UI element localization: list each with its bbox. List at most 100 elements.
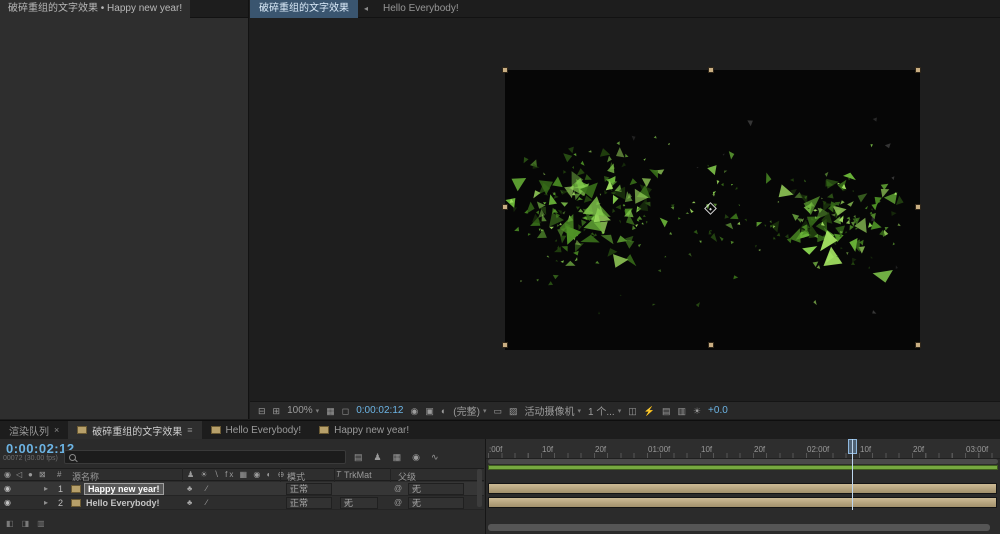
vertical-scrollbar[interactable] (477, 469, 482, 507)
fast-previews-icon[interactable]: ⚡ (644, 403, 655, 419)
layer-duration-bar-2[interactable] (488, 497, 997, 508)
expand-arrow-icon[interactable]: ▸ (44, 498, 48, 507)
timeline-button-icon[interactable]: ▤ (662, 403, 671, 419)
primary-viewer-icon[interactable]: ⊞ (273, 403, 281, 419)
frame-blend-icon[interactable]: ▦ (393, 452, 402, 463)
ruler-label: 20f (913, 445, 925, 454)
tab-render-queue[interactable]: 渲染队列 × (0, 421, 68, 439)
layer-duration-bar-1[interactable] (488, 483, 997, 494)
tab-timeline-shatter[interactable]: 破碎重组的文字效果 ≡ (68, 421, 202, 439)
collapse-transformations-icon[interactable]: ♣ (187, 498, 192, 507)
viewer-stage (250, 19, 1000, 401)
flowchart-panel-body[interactable] (0, 18, 248, 419)
solo-icon[interactable]: ● (28, 470, 33, 479)
show-snapshot-icon[interactable]: ▣ (425, 403, 434, 419)
tab-timeline-happy[interactable]: Happy new year! (310, 421, 418, 439)
lock-icon[interactable]: ⊠ (39, 470, 46, 479)
column-trkmat-t: T (336, 470, 341, 479)
zoom-select[interactable]: 100% ▾ (287, 405, 319, 416)
flowchart-button-icon[interactable]: ▥ (677, 403, 686, 419)
graph-editor-icon[interactable]: ∿ (431, 452, 439, 463)
previous-comp-icon[interactable]: ◂ (358, 0, 374, 17)
mode-select[interactable]: 正常 ▾ (286, 483, 332, 495)
panel-menu-icon[interactable]: ≡ (187, 425, 192, 435)
ruler-label: 10f (701, 445, 713, 454)
expand-arrow-icon[interactable]: ▸ (44, 484, 48, 493)
time-navigator-bar[interactable] (488, 459, 998, 464)
eye-icon[interactable]: ◉ (4, 498, 11, 507)
tab-timeline-hello[interactable]: Hello Everybody! (202, 421, 311, 439)
search-input[interactable] (81, 452, 341, 462)
timeline-column-header: ◉ ◁ ● ⊠ # 源名称 ♟ ☀ ∖ fx ▦ ◉ ◐ ⊕ 模式 T TrkM… (0, 468, 484, 482)
region-of-interest-icon[interactable]: ▭ (493, 403, 502, 419)
collapse-transformations-icon[interactable]: ♣ (187, 484, 192, 493)
mode-select[interactable]: 正常 ▾ (286, 497, 332, 509)
search-icon (69, 453, 76, 461)
selection-handle[interactable] (502, 342, 508, 348)
chevron-down-icon: ▾ (577, 407, 581, 415)
layer-row-1[interactable]: ◉ ▸ 1 Happy new year! ♣ ∕ 正常 ▾ @ 无 ▾ (0, 482, 484, 496)
quality-icon[interactable]: ∕ (206, 484, 207, 493)
horizontal-scrollbar[interactable] (488, 524, 990, 531)
mini-flowchart-icon[interactable]: ▤ (354, 452, 363, 463)
work-area-bar[interactable] (488, 465, 998, 470)
timeline-search-box[interactable] (64, 450, 346, 464)
selection-handle[interactable] (502, 67, 508, 73)
camera-view-select[interactable]: 活动摄像机 ▾ (524, 403, 581, 418)
parent-select[interactable]: 无 ▾ (408, 497, 464, 509)
timeline-graph-area: :00f 10f 20f 01:00f 10f 20f 02:00f 10f 2… (485, 439, 1000, 534)
layer-name[interactable]: Happy new year! (84, 483, 164, 495)
selection-handle[interactable] (915, 342, 921, 348)
pixel-aspect-icon[interactable]: ◫ (628, 403, 637, 419)
playhead-line[interactable] (852, 439, 853, 510)
snapshot-icon[interactable]: ◉ (410, 403, 418, 419)
layer-row-2[interactable]: ◉ ▸ 2 Hello Everybody! ♣ ∕ 正常 ▾ 无 ▾ @ 无 … (0, 496, 484, 510)
always-preview-icon[interactable]: ⊟ (258, 403, 266, 419)
preview-timecode[interactable]: 0:00:02:12 (356, 405, 403, 416)
quality-icon[interactable]: ∕ (206, 498, 207, 507)
parent-pickwhip-icon[interactable]: @ (394, 498, 402, 507)
eye-icon[interactable]: ◉ (4, 470, 11, 479)
viewer-toolbar: ⊟ ⊞ 100% ▾ ▦ ◻ 0:00:02:12 ◉ ▣ ◐ (完整) ▾ ▭… (250, 401, 1000, 419)
trkmat-select[interactable]: 无 ▾ (340, 497, 378, 509)
layer-number: 2 (57, 498, 63, 508)
audio-icon[interactable]: ◁ (16, 470, 22, 479)
mask-visibility-icon[interactable]: ◻ (342, 403, 349, 419)
resolution-value: (完整) (453, 407, 480, 418)
view-layout-select[interactable]: 1 个... ▾ (588, 403, 621, 418)
shy-layers-icon[interactable]: ♟ (374, 452, 382, 463)
ruler-label: :00f (489, 445, 503, 454)
channels-icon[interactable]: ◐ (441, 403, 446, 419)
tab-timeline-happy-label: Happy new year! (334, 424, 410, 436)
composition-canvas[interactable] (502, 67, 921, 350)
selection-handle[interactable] (708, 67, 714, 73)
timeline-bottom-toggles: ◧ ◨ ▥ (6, 519, 45, 528)
selection-handle[interactable] (915, 67, 921, 73)
time-ruler[interactable]: :00f 10f 20f 01:00f 10f 20f 02:00f 10f 2… (486, 439, 1000, 459)
column-number: # (57, 470, 62, 479)
close-icon[interactable]: × (54, 425, 59, 435)
resolution-select[interactable]: (完整) ▾ (453, 403, 486, 418)
grid-guides-icon[interactable]: ▦ (326, 403, 335, 419)
flowchart-panel-tab[interactable]: 破碎重组的文字效果 • Happy new year! (0, 0, 191, 18)
tab-comp-hello-label: Hello Everybody! (383, 3, 459, 14)
parent-pickwhip-icon[interactable]: @ (394, 484, 402, 493)
selection-handle[interactable] (502, 204, 508, 210)
chevron-down-icon: ▾ (290, 485, 294, 493)
layer-name[interactable]: Hello Everybody! (86, 498, 160, 508)
selection-handle[interactable] (915, 204, 921, 210)
toggle-inout-pane-icon[interactable]: ▥ (37, 519, 45, 528)
eye-icon[interactable]: ◉ (4, 484, 11, 493)
layer-comp-icon (71, 485, 81, 493)
ruler-label: 20f (754, 445, 766, 454)
exposure-icon[interactable]: ☀ (693, 403, 701, 419)
motion-blur-icon[interactable]: ◉ (412, 452, 420, 463)
exposure-value[interactable]: +0.0 (708, 405, 728, 416)
tab-comp-shatter[interactable]: 破碎重组的文字效果 (250, 0, 358, 18)
tab-comp-hello[interactable]: Hello Everybody! (374, 0, 468, 18)
transparency-grid-icon[interactable]: ▨ (509, 403, 518, 419)
toggle-transfer-pane-icon[interactable]: ◨ (22, 519, 30, 528)
toggle-switches-pane-icon[interactable]: ◧ (6, 519, 14, 528)
selection-handle[interactable] (708, 342, 714, 348)
parent-select[interactable]: 无 ▾ (408, 483, 464, 495)
